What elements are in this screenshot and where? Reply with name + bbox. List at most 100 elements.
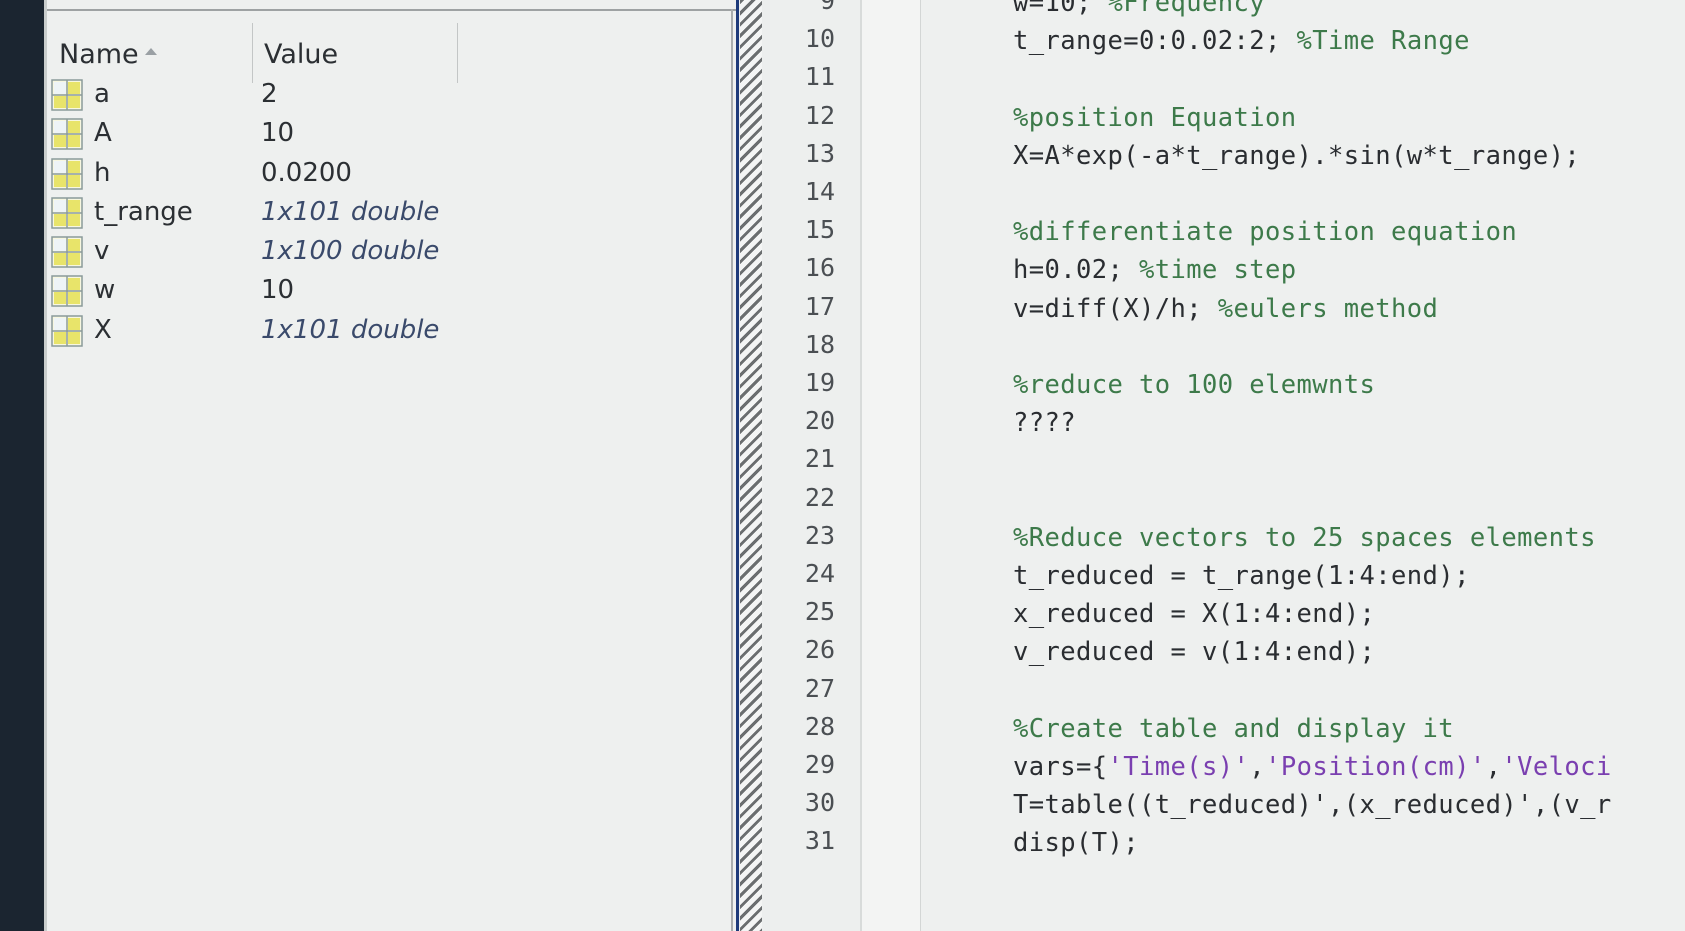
variable-row[interactable]: w 10 xyxy=(47,271,731,310)
code-token: v_reduced = v(1:4:end); xyxy=(1013,637,1376,668)
line-number: 21 xyxy=(804,444,835,474)
matrix-variable-icon xyxy=(51,275,83,308)
line-number: 27 xyxy=(804,673,835,703)
screen-bezel xyxy=(0,0,44,931)
code-comment: %Frequency xyxy=(1107,0,1266,18)
line-number: 17 xyxy=(804,291,835,321)
splitter-focus-line xyxy=(736,0,739,931)
variable-name: h xyxy=(94,157,111,188)
variable-row[interactable]: t_range 1x101 double xyxy=(47,193,731,232)
sort-ascending-icon xyxy=(144,48,157,55)
line-number: 16 xyxy=(804,253,835,283)
code-token: X=A*exp(-a*t_range).*sin(w*t_range); xyxy=(1013,140,1581,171)
code-comment: %Create table and display it xyxy=(1013,713,1455,744)
panel-right-border xyxy=(731,9,733,931)
variable-row[interactable]: h 0.0200 xyxy=(47,154,731,193)
variable-value: 0.0200 xyxy=(261,157,352,188)
variable-row[interactable]: A 10 xyxy=(47,114,731,153)
code-token: ???? xyxy=(1013,408,1077,439)
code-string: 'Time(s)' xyxy=(1107,752,1250,782)
variable-name: a xyxy=(94,79,110,109)
line-number: 30 xyxy=(804,788,835,818)
code-line[interactable]: %differentiate position equation xyxy=(1013,217,1517,247)
code-line[interactable]: %reduce to 100 elemwnts xyxy=(1013,370,1375,400)
column-separator[interactable] xyxy=(252,23,253,83)
code-line[interactable]: x_reduced = X(1:4:end); xyxy=(1013,599,1375,629)
code-line[interactable]: w=10; %Frequency xyxy=(1013,0,1265,18)
code-comment: %Reduce vectors to 25 spaces elements xyxy=(1013,522,1596,553)
variable-name: X xyxy=(94,314,112,345)
variable-value: 2 xyxy=(261,79,278,109)
variable-value: 1x101 double xyxy=(261,196,440,227)
code-line[interactable]: %Create table and display it xyxy=(1013,714,1454,744)
code-token: vars={ xyxy=(1013,752,1108,782)
code-line[interactable]: v=diff(X)/h; %eulers method xyxy=(1013,294,1438,324)
matrix-variable-icon xyxy=(51,157,83,190)
matrix-variable-icon xyxy=(51,315,83,347)
code-comment: %Time Range xyxy=(1296,26,1470,57)
line-number: 9 xyxy=(819,0,835,15)
code-line[interactable]: X=A*exp(-a*t_range).*sin(w*t_range); xyxy=(1013,141,1580,171)
matrix-variable-icon xyxy=(51,118,83,151)
line-number: 29 xyxy=(804,750,835,779)
line-number: 20 xyxy=(804,406,835,436)
matrix-variable-icon xyxy=(51,197,83,229)
variable-value: 1x100 double xyxy=(261,236,440,267)
code-token: t_range=0:0.02:2; xyxy=(1013,26,1297,57)
variable-name: w xyxy=(94,275,116,306)
code-folding-column[interactable] xyxy=(862,0,921,931)
code-token: T=table((t_reduced)',(x_reduced)',(v_r xyxy=(1013,790,1612,821)
line-number: 31 xyxy=(804,826,835,856)
line-number: 24 xyxy=(804,559,835,588)
code-line[interactable]: ???? xyxy=(1013,408,1076,438)
code-string: 'Position(cm)' xyxy=(1265,752,1486,782)
workspace-header: Name Value xyxy=(47,11,731,83)
code-line[interactable]: vars={'Time(s)','Position(cm)','Veloci xyxy=(1013,752,1612,782)
column-header-value[interactable]: Value xyxy=(264,39,338,70)
line-number: 10 xyxy=(804,24,835,54)
column-separator[interactable] xyxy=(457,23,458,83)
variable-name: A xyxy=(94,118,112,149)
line-number: 26 xyxy=(804,635,835,665)
code-line[interactable]: T=table((t_reduced)',(x_reduced)',(v_r xyxy=(1013,790,1612,820)
code-line[interactable]: t_reduced = t_range(1:4:end); xyxy=(1013,561,1470,591)
line-number: 14 xyxy=(804,177,835,206)
code-token: v=diff(X)/h; xyxy=(1013,293,1218,324)
line-number: 28 xyxy=(804,711,835,741)
code-comment: %time step xyxy=(1139,255,1297,286)
code-comment: %differentiate position equation xyxy=(1013,217,1518,248)
variable-value: 10 xyxy=(261,275,295,306)
column-header-name[interactable]: Name xyxy=(59,39,157,70)
code-string: 'Veloci xyxy=(1501,752,1612,782)
code-line[interactable]: v_reduced = v(1:4:end); xyxy=(1013,637,1375,667)
code-line[interactable]: disp(T); xyxy=(1013,828,1139,858)
line-number: 19 xyxy=(804,368,835,397)
variable-row[interactable]: v 1x100 double xyxy=(47,232,731,271)
variable-name: v xyxy=(94,236,110,267)
line-number: 22 xyxy=(804,482,835,512)
line-number: 23 xyxy=(804,520,835,550)
panel-splitter[interactable] xyxy=(736,0,770,931)
variable-row[interactable]: X 1x101 double xyxy=(47,311,731,350)
code-line[interactable]: h=0.02; %time step xyxy=(1013,255,1297,285)
matrix-variable-icon xyxy=(51,236,83,268)
code-line[interactable]: %position Equation xyxy=(1013,103,1297,133)
variable-value: 10 xyxy=(261,118,295,149)
code-comment: %eulers method xyxy=(1217,293,1439,324)
variable-name: t_range xyxy=(94,196,193,227)
line-number: 12 xyxy=(804,100,835,130)
code-line[interactable]: %Reduce vectors to 25 spaces elements xyxy=(1013,523,1596,553)
variable-value: 1x101 double xyxy=(261,314,440,345)
splitter-grip[interactable] xyxy=(740,0,762,931)
code-comment: %position Equation xyxy=(1013,102,1297,133)
variable-row[interactable]: a2 xyxy=(47,75,731,114)
line-number: 25 xyxy=(804,597,835,627)
line-number: 13 xyxy=(804,138,835,168)
code-comment: %reduce to 100 elemwnts xyxy=(1013,370,1376,400)
workspace-panel: Name Value a 2 A 10 h 0.0200 t_range 1x101 doub… xyxy=(44,0,739,931)
line-number: 18 xyxy=(804,329,835,359)
code-token: disp(T); xyxy=(1013,828,1140,859)
code-token: , xyxy=(1485,752,1502,782)
line-number: 15 xyxy=(804,215,835,245)
code-line[interactable]: t_range=0:0.02:2; %Time Range xyxy=(1013,26,1470,56)
